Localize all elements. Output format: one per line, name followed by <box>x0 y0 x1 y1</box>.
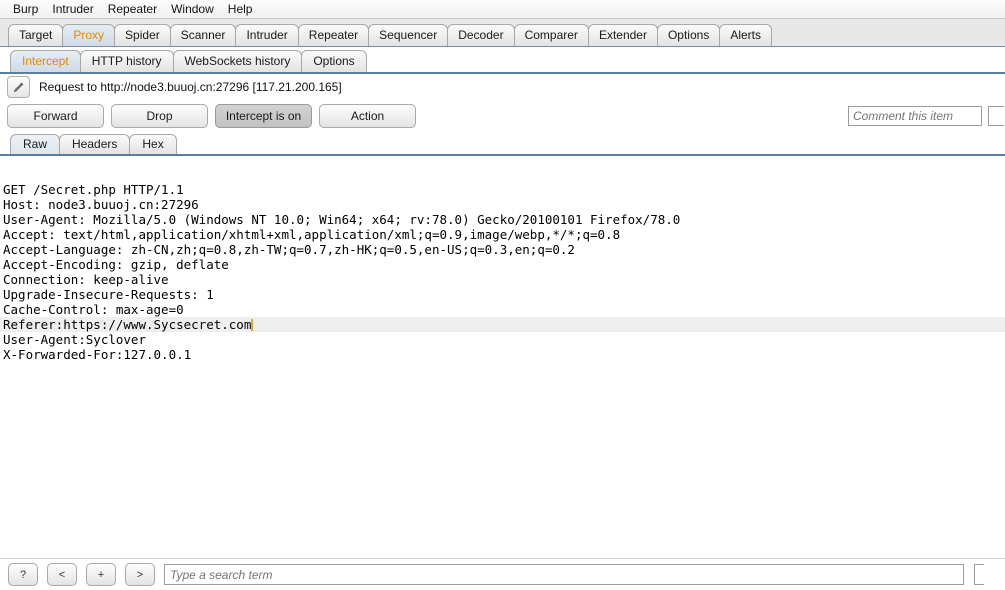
subtab-websockets-history[interactable]: WebSockets history <box>172 50 303 72</box>
menu-item-intruder[interactable]: Intruder <box>45 1 100 17</box>
request-line: User-Agent: Mozilla/5.0 (Windows NT 10.0… <box>3 212 681 227</box>
menu-item-help[interactable]: Help <box>221 1 260 17</box>
tab-alerts[interactable]: Alerts <box>719 24 773 46</box>
comment-input[interactable] <box>848 106 982 126</box>
request-line-text: Referer:https://www.Sycsecret.com <box>3 317 252 332</box>
search-input[interactable] <box>164 564 964 585</box>
tab-target[interactable]: Target <box>8 24 64 46</box>
tab-repeater[interactable]: Repeater <box>297 24 370 46</box>
request-line: Accept: text/html,application/xhtml+xml,… <box>3 227 621 242</box>
request-line: Host: node3.buuoj.cn:27296 <box>3 197 199 212</box>
tab-proxy[interactable]: Proxy <box>62 24 116 46</box>
main-tab-bar: Target Proxy Spider Scanner Intruder Rep… <box>0 19 1005 47</box>
request-line: Connection: keep-alive <box>3 272 169 287</box>
message-view-tab-bar: Raw Headers Hex <box>0 132 1005 156</box>
subtab-http-history[interactable]: HTTP history <box>79 50 174 72</box>
help-button[interactable]: ? <box>8 563 38 586</box>
search-overflow-widget[interactable] <box>974 564 984 585</box>
request-line: Cache-Control: max-age=0 <box>3 302 184 317</box>
menu-item-burp[interactable]: Burp <box>6 1 45 17</box>
pencil-icon[interactable] <box>7 76 30 98</box>
request-target-label: Request to http://node3.buuoj.cn:27296 [… <box>39 80 342 94</box>
menu-item-window[interactable]: Window <box>164 1 221 17</box>
search-bar: ? < + > <box>0 558 1005 590</box>
tab-intruder[interactable]: Intruder <box>235 24 299 46</box>
intercept-toggle-button[interactable]: Intercept is on <box>215 104 312 128</box>
add-search-button[interactable]: + <box>86 563 116 586</box>
drop-button[interactable]: Drop <box>111 104 208 128</box>
request-line: User-Agent:Syclover <box>3 332 146 347</box>
tab-sequencer[interactable]: Sequencer <box>368 24 449 46</box>
tab-extender[interactable]: Extender <box>587 24 658 46</box>
request-line: Accept-Language: zh-CN,zh;q=0.8,zh-TW;q=… <box>3 242 575 257</box>
previous-match-button[interactable]: < <box>47 563 77 586</box>
request-info-row: Request to http://node3.buuoj.cn:27296 [… <box>0 74 1005 100</box>
intercept-action-bar: Forward Drop Intercept is on Action <box>0 100 1005 132</box>
request-line: X-Forwarded-For:127.0.0.1 <box>3 347 192 362</box>
tab-decoder[interactable]: Decoder <box>447 24 515 46</box>
tab-comparer[interactable]: Comparer <box>513 24 589 46</box>
menu-bar: Burp Intruder Repeater Window Help <box>0 0 1005 19</box>
comment-overflow-widget[interactable] <box>988 106 1004 126</box>
view-tab-raw[interactable]: Raw <box>10 134 61 154</box>
action-button[interactable]: Action <box>319 104 416 128</box>
tab-scanner[interactable]: Scanner <box>169 24 237 46</box>
forward-button[interactable]: Forward <box>7 104 104 128</box>
next-match-button[interactable]: > <box>125 563 155 586</box>
subtab-intercept[interactable]: Intercept <box>10 50 81 72</box>
request-line: Upgrade-Insecure-Requests: 1 <box>3 287 214 302</box>
tab-spider[interactable]: Spider <box>114 24 171 46</box>
request-line: GET /Secret.php HTTP/1.1 <box>3 182 184 197</box>
comment-area <box>848 106 1004 126</box>
text-caret <box>251 319 254 331</box>
request-editor[interactable]: GET /Secret.php HTTP/1.1 Host: node3.buu… <box>0 182 1005 558</box>
view-tab-hex[interactable]: Hex <box>129 134 177 154</box>
request-line: Accept-Encoding: gzip, deflate <box>3 257 229 272</box>
proxy-sub-tab-bar: Intercept HTTP history WebSockets histor… <box>0 47 1005 74</box>
request-line-active: Referer:https://www.Sycsecret.com <box>0 317 1005 332</box>
tab-options[interactable]: Options <box>656 24 721 46</box>
view-tab-headers[interactable]: Headers <box>59 134 131 154</box>
subtab-options[interactable]: Options <box>301 50 367 72</box>
menu-item-repeater[interactable]: Repeater <box>101 1 164 17</box>
